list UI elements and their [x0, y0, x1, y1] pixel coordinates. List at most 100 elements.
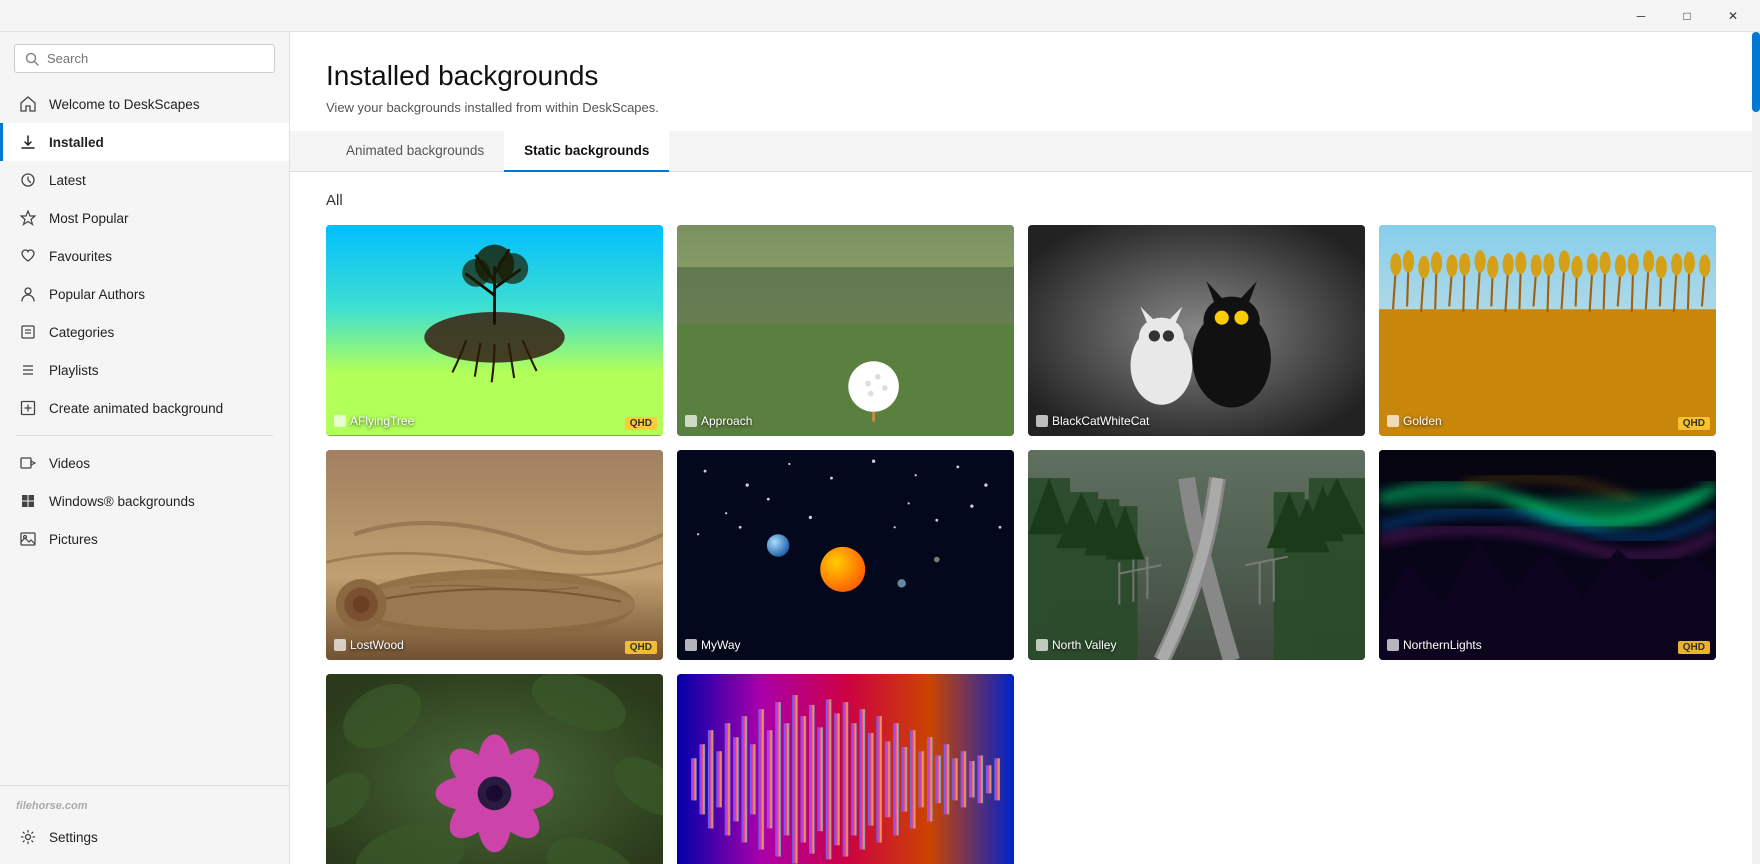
sidebar-item-label: Most Popular: [49, 211, 129, 226]
card-northernlights[interactable]: NorthernLights QHD: [1379, 450, 1716, 661]
image-icon: [19, 530, 37, 548]
card-label: AFlyingTree: [334, 414, 414, 428]
sidebar-item-settings[interactable]: Settings: [0, 818, 289, 856]
page-title: Installed backgrounds: [326, 60, 1716, 92]
close-button[interactable]: ✕: [1710, 0, 1756, 32]
card-label: LostWood: [334, 638, 404, 652]
card-blackcatwhitecat[interactable]: BlackCatWhiteCat: [1028, 225, 1365, 436]
northernlights-artwork: [1379, 450, 1716, 661]
card-label: Approach: [685, 414, 752, 428]
sidebar-item-latest[interactable]: Latest: [0, 161, 289, 199]
search-icon: [25, 52, 39, 66]
windows-icon: [19, 492, 37, 510]
card-northvalley[interactable]: North Valley: [1028, 450, 1365, 661]
sidebar-item-label: Create animated background: [49, 401, 223, 416]
label-icon: [1387, 639, 1399, 651]
sidebar-item-popular-authors[interactable]: Popular Authors: [0, 275, 289, 313]
scrollbar-track[interactable]: [1752, 32, 1760, 864]
person-icon: [19, 285, 37, 303]
sidebar-item-welcome[interactable]: Welcome to DeskScapes: [0, 85, 289, 123]
card-petals[interactable]: Petals: [326, 674, 663, 864]
main-content-area: Installed backgrounds View your backgrou…: [290, 32, 1752, 864]
plus-icon: [19, 399, 37, 417]
sidebar-item-label: Videos: [49, 456, 90, 471]
video-icon: [19, 454, 37, 472]
sidebar-item-label: Welcome to DeskScapes: [49, 97, 200, 112]
soundwave-artwork: [677, 674, 1014, 864]
lostwood-artwork: [326, 450, 663, 661]
sidebar-item-label: Playlists: [49, 363, 99, 378]
petals-artwork: [326, 674, 663, 864]
tabs-bar: Animated backgrounds Static backgrounds: [290, 131, 1752, 172]
sidebar-item-categories[interactable]: Categories: [0, 313, 289, 351]
minimize-button[interactable]: ─: [1618, 0, 1664, 32]
sidebar-item-label: Settings: [49, 830, 98, 845]
label-icon: [685, 639, 697, 651]
blackcat-artwork: [1028, 225, 1365, 436]
sidebar: Welcome to DeskScapes Installed: [0, 32, 290, 864]
qhd-badge: QHD: [625, 417, 657, 430]
sidebar-item-create[interactable]: Create animated background: [0, 389, 289, 427]
sidebar-item-label: Popular Authors: [49, 287, 145, 302]
qhd-badge: QHD: [1678, 417, 1710, 430]
sidebar-nav: Welcome to DeskScapes Installed: [0, 85, 289, 785]
search-input[interactable]: [47, 51, 264, 66]
filehorse-watermark: filehorse.com: [0, 794, 289, 818]
sidebar-item-most-popular[interactable]: Most Popular: [0, 199, 289, 237]
sidebar-item-playlists[interactable]: Playlists: [0, 351, 289, 389]
sidebar-item-label: Favourites: [49, 249, 112, 264]
golden-artwork: [1379, 225, 1716, 436]
card-label: MyWay: [685, 638, 741, 652]
card-label: NorthernLights: [1387, 638, 1482, 652]
card-aflyingtree[interactable]: AFlyingTree QHD: [326, 225, 663, 436]
card-label: BlackCatWhiteCat: [1036, 414, 1149, 428]
heart-icon: [19, 247, 37, 265]
sidebar-item-windows-backgrounds[interactable]: Windows® backgrounds: [0, 482, 289, 520]
sidebar-item-label: Latest: [49, 173, 86, 188]
card-golden[interactable]: Golden QHD: [1379, 225, 1716, 436]
content-scrollable[interactable]: All: [290, 172, 1752, 864]
titlebar: ─ □ ✕: [0, 0, 1760, 32]
qhd-badge: QHD: [625, 641, 657, 654]
clock-icon: [19, 171, 37, 189]
myway-artwork: [677, 450, 1014, 661]
card-soundwave[interactable]: SoundWave QHD: [677, 674, 1014, 864]
sidebar-bottom: filehorse.com Settings: [0, 785, 289, 864]
settings-icon: [19, 828, 37, 846]
home-icon: [19, 95, 37, 113]
sidebar-item-videos[interactable]: Videos: [0, 444, 289, 482]
divider: [16, 435, 273, 436]
label-icon: [1036, 415, 1048, 427]
sidebar-item-favourites[interactable]: Favourites: [0, 237, 289, 275]
search-container[interactable]: [14, 44, 275, 73]
qhd-badge: QHD: [1678, 641, 1710, 654]
main-header: Installed backgrounds View your backgrou…: [290, 32, 1752, 131]
backgrounds-grid: AFlyingTree QHD: [326, 225, 1716, 864]
maximize-button[interactable]: □: [1664, 0, 1710, 32]
card-myway[interactable]: MyWay: [677, 450, 1014, 661]
star-icon: [19, 209, 37, 227]
label-icon: [1036, 639, 1048, 651]
card-label: North Valley: [1036, 638, 1116, 652]
section-label: All: [326, 192, 1716, 209]
sidebar-item-label: Installed: [49, 135, 104, 150]
sidebar-item-label: Pictures: [49, 532, 98, 547]
sidebar-item-pictures[interactable]: Pictures: [0, 520, 289, 558]
northvalley-artwork: [1028, 450, 1365, 661]
book-icon: [19, 323, 37, 341]
download-icon: [19, 133, 37, 151]
card-lostwood[interactable]: LostWood QHD: [326, 450, 663, 661]
sidebar-item-label: Windows® backgrounds: [49, 494, 195, 509]
page-subtitle: View your backgrounds installed from wit…: [326, 100, 1716, 115]
scrollbar-thumb[interactable]: [1752, 32, 1760, 112]
label-icon: [334, 639, 346, 651]
label-icon: [334, 415, 346, 427]
tab-static[interactable]: Static backgrounds: [504, 131, 669, 172]
sidebar-item-installed[interactable]: Installed: [0, 123, 289, 161]
list-icon: [19, 361, 37, 379]
approach-artwork: [677, 225, 1014, 436]
card-approach[interactable]: Approach: [677, 225, 1014, 436]
card-label: Golden: [1387, 414, 1442, 428]
tab-animated[interactable]: Animated backgrounds: [326, 131, 504, 172]
label-icon: [685, 415, 697, 427]
